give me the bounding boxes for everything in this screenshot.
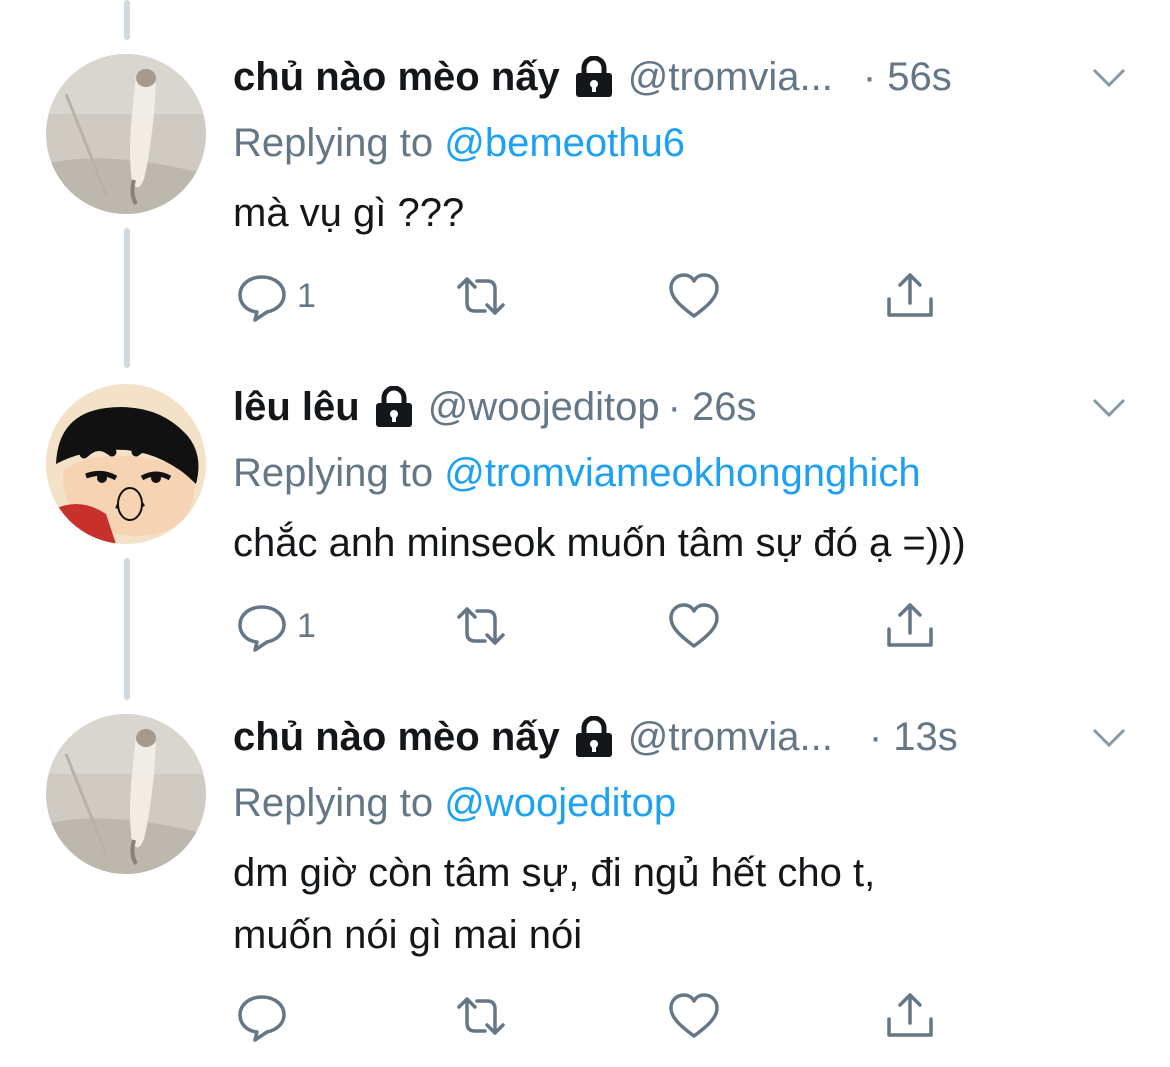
replying-to: Replying to @woojeditop — [233, 770, 1130, 836]
reply-button[interactable] — [235, 988, 297, 1044]
tweet-header: chủ nào mèo nấy @tromvia... · 13s — [233, 704, 1130, 770]
tweet-header: lêu lêu @woojeditop · 26s — [233, 374, 1130, 440]
tweet-text-line: chắc anh minseok muốn tâm sự đó ạ =))) — [233, 521, 966, 565]
user-handle[interactable]: @tromvia... — [628, 715, 833, 760]
display-name[interactable]: chủ nào mèo nấy — [233, 55, 560, 100]
action-bar: 1 — [233, 598, 1130, 658]
tweet-header: chủ nào mèo nấy @tromvia... · 56s — [233, 44, 1130, 110]
like-button[interactable] — [667, 988, 721, 1044]
retweet-icon — [451, 599, 511, 653]
like-button[interactable] — [667, 268, 721, 324]
tweet-text: mà vụ gì ??? — [233, 182, 1130, 244]
reply-button[interactable]: 1 — [235, 598, 316, 654]
display-name[interactable]: lêu lêu — [233, 385, 360, 430]
replying-to: Replying to @bemeothu6 — [233, 110, 1130, 176]
share-icon — [883, 599, 937, 653]
retweet-icon — [451, 989, 511, 1043]
reply-icon — [235, 599, 289, 653]
tweet[interactable]: chủ nào mèo nấy @tromvia... · 13s Replyi… — [0, 704, 1170, 1064]
like-icon — [667, 989, 721, 1043]
lock-icon — [374, 386, 414, 428]
chevron-down-icon[interactable] — [1088, 386, 1130, 428]
replying-to-label: Replying to — [233, 781, 445, 825]
reply-icon — [235, 269, 289, 323]
user-handle[interactable]: @woojeditop — [428, 385, 660, 430]
action-bar: 1 — [233, 268, 1130, 328]
reply-mention-link[interactable]: @bemeothu6 — [444, 121, 685, 165]
timestamp[interactable]: · 26s — [668, 385, 757, 430]
reply-button[interactable]: 1 — [235, 268, 316, 324]
avatar[interactable] — [46, 384, 206, 544]
share-button[interactable] — [883, 988, 937, 1044]
like-icon — [667, 269, 721, 323]
user-handle[interactable]: @tromvia... — [628, 55, 833, 100]
timestamp[interactable]: · 13s — [869, 715, 958, 760]
replying-to-label: Replying to — [233, 451, 445, 495]
share-button[interactable] — [883, 268, 937, 324]
lock-icon — [574, 56, 614, 98]
timestamp[interactable]: · 56s — [863, 55, 952, 100]
retweet-button[interactable] — [451, 988, 511, 1044]
tweet-text: dm giờ còn tâm sự, đi ngủ hết cho t, muố… — [233, 842, 1130, 966]
like-icon — [667, 599, 721, 653]
tweet[interactable]: lêu lêu @woojeditop · 26s Replying to @t… — [0, 374, 1170, 674]
retweet-icon — [451, 269, 511, 323]
tweet[interactable]: chủ nào mèo nấy @tromvia... · 56s Replyi… — [0, 44, 1170, 344]
tweet-text: chắc anh minseok muốn tâm sự đó ạ =))) — [233, 512, 1130, 574]
reply-mention-link[interactable]: @woojeditop — [444, 781, 676, 825]
action-bar — [233, 988, 1130, 1048]
share-icon — [883, 269, 937, 323]
reply-mention-link[interactable]: @tromviameokhongnghich — [444, 451, 920, 495]
chevron-down-icon[interactable] — [1088, 716, 1130, 758]
like-button[interactable] — [667, 598, 721, 654]
tweet-text-line: dm giờ còn tâm sự, đi ngủ hết cho t, — [233, 851, 876, 895]
display-name[interactable]: chủ nào mèo nấy — [233, 715, 560, 760]
lock-icon — [574, 716, 614, 758]
replying-to-label: Replying to — [233, 121, 445, 165]
replying-to: Replying to @tromviameokhongnghich — [233, 440, 1130, 506]
reply-count: 1 — [297, 606, 316, 645]
reply-count: 1 — [297, 276, 316, 315]
tweet-text-line: mà vụ gì ??? — [233, 191, 465, 235]
retweet-button[interactable] — [451, 598, 511, 654]
retweet-button[interactable] — [451, 268, 511, 324]
chevron-down-icon[interactable] — [1088, 56, 1130, 98]
reply-icon — [235, 989, 289, 1043]
share-icon — [883, 989, 937, 1043]
avatar[interactable] — [46, 714, 206, 874]
tweet-text-line: muốn nói gì mai nói — [233, 913, 583, 957]
share-button[interactable] — [883, 598, 937, 654]
thread-line-top — [124, 0, 130, 40]
avatar[interactable] — [46, 54, 206, 214]
